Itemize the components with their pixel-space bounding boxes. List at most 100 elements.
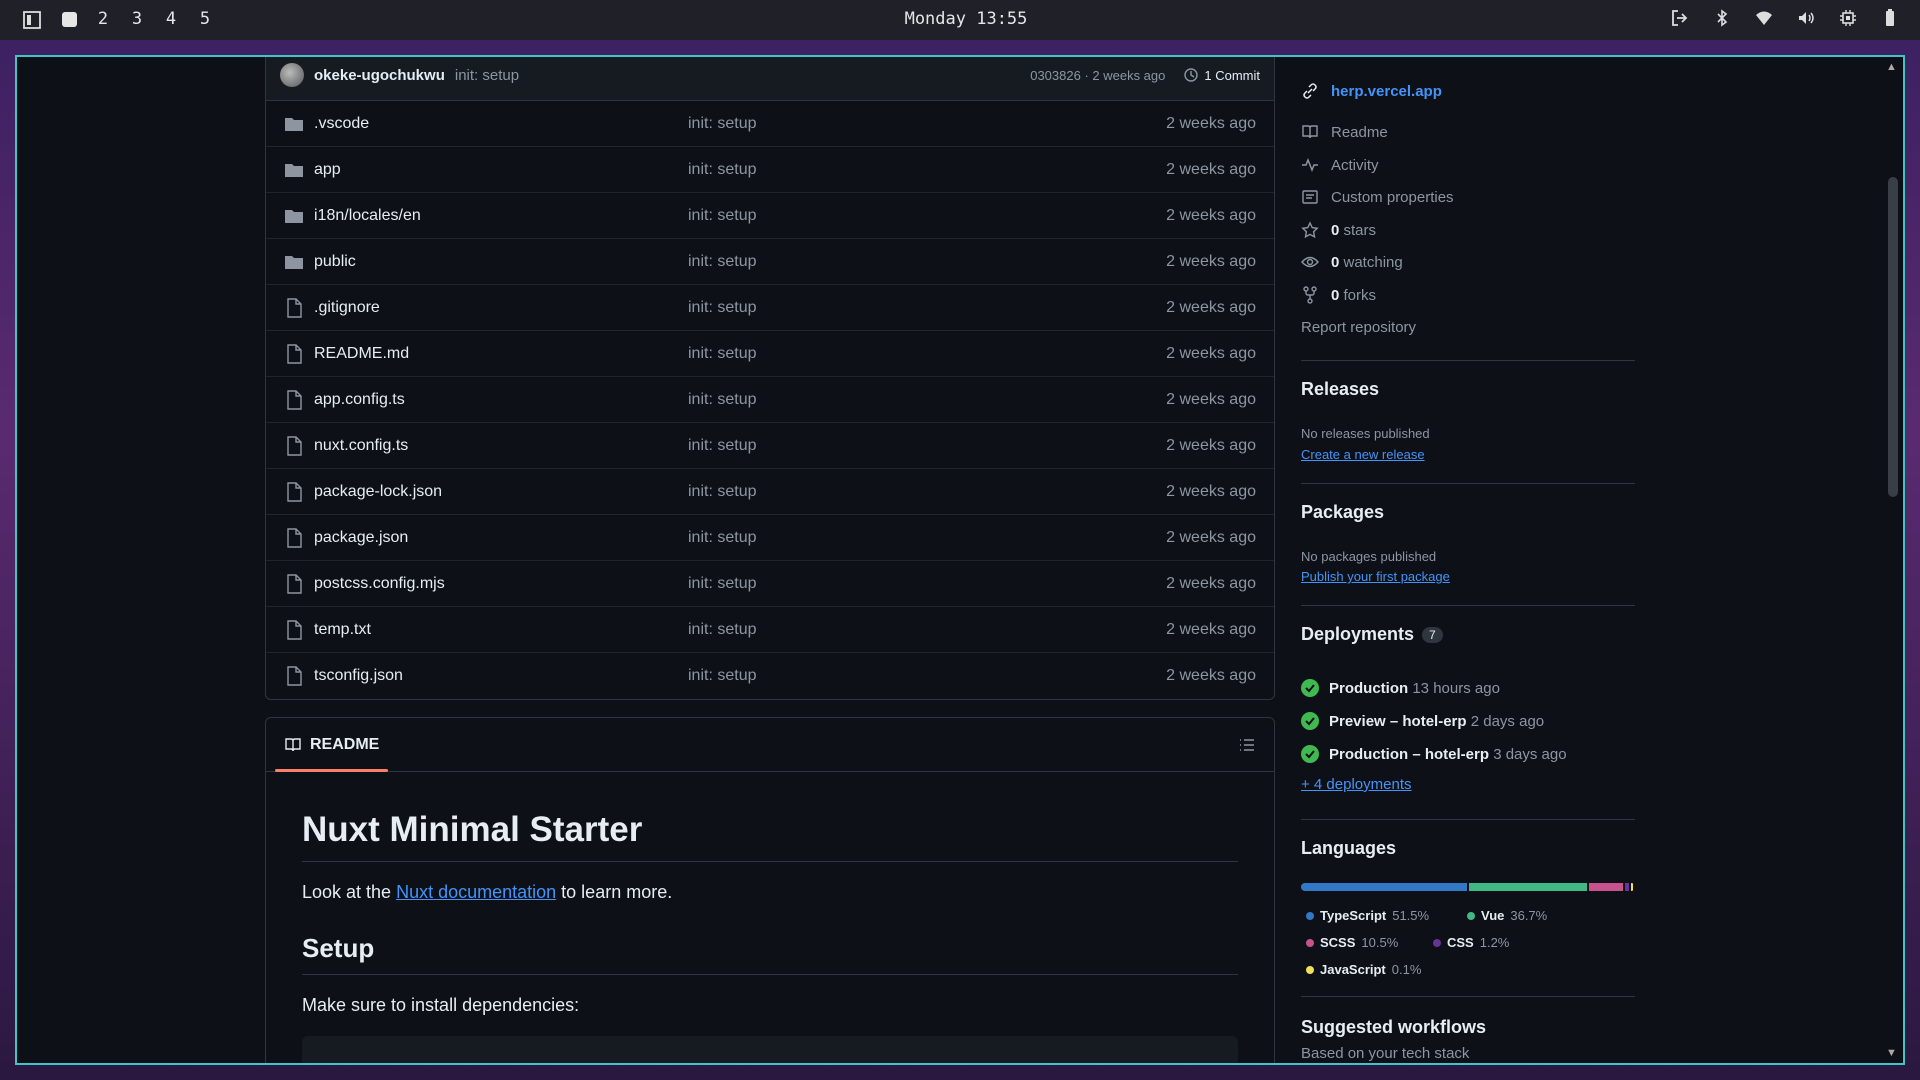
language-percent: 36.7% bbox=[1510, 908, 1548, 923]
homepage-link[interactable]: herp.vercel.app bbox=[1301, 82, 1442, 100]
language-percent: 10.5% bbox=[1361, 935, 1399, 950]
watching-label: watching bbox=[1339, 253, 1403, 271]
more-deployments-link[interactable]: + 4 deployments bbox=[1301, 776, 1412, 793]
file-row[interactable]: public init: setup 2 weeks ago bbox=[266, 239, 1274, 285]
file-row[interactable]: package-lock.json init: setup 2 weeks ago bbox=[266, 469, 1274, 515]
logout-icon[interactable] bbox=[1670, 8, 1690, 28]
suggested-workflows-sub: Based on your tech stack bbox=[1301, 1045, 1470, 1062]
file-commit-message[interactable]: init: setup bbox=[688, 253, 756, 271]
file-name[interactable]: postcss.config.mjs bbox=[314, 575, 688, 593]
clock: Monday 13:55 bbox=[904, 9, 1028, 29]
language-name: Vue bbox=[1481, 908, 1505, 923]
commit-hash-date[interactable]: 0303826 · 2 weeks ago bbox=[1030, 68, 1165, 83]
commit-message[interactable]: init: setup bbox=[455, 67, 519, 84]
readme-link[interactable]: Readme bbox=[1301, 123, 1388, 141]
deployment-item[interactable]: Preview – hotel-erp 2 days ago bbox=[1301, 712, 1544, 730]
file-icon bbox=[284, 619, 304, 640]
publish-package-link[interactable]: Publish your first package bbox=[1301, 569, 1450, 584]
file-row[interactable]: .gitignore init: setup 2 weeks ago bbox=[266, 285, 1274, 331]
file-row[interactable]: app init: setup 2 weeks ago bbox=[266, 147, 1274, 193]
file-icon bbox=[284, 297, 304, 318]
battery-icon[interactable] bbox=[1880, 8, 1900, 28]
scroll-up-arrow[interactable]: ▲ bbox=[1886, 61, 1897, 73]
file-name[interactable]: README.md bbox=[314, 345, 688, 363]
volume-icon[interactable] bbox=[1796, 8, 1816, 28]
file-row[interactable]: postcss.config.mjs init: setup 2 weeks ago bbox=[266, 561, 1274, 607]
file-icon bbox=[284, 343, 304, 364]
file-commit-message[interactable]: init: setup bbox=[688, 207, 756, 225]
file-commit-message[interactable]: init: setup bbox=[688, 667, 756, 685]
file-name[interactable]: package-lock.json bbox=[314, 483, 688, 501]
language-bar-segment bbox=[1625, 883, 1630, 891]
bluetooth-icon[interactable] bbox=[1712, 8, 1732, 28]
file-name[interactable]: package.json bbox=[314, 529, 688, 547]
file-name[interactable]: nuxt.config.ts bbox=[314, 437, 688, 455]
cpu-icon[interactable] bbox=[1838, 8, 1858, 28]
commit-count-link[interactable]: 1 Commit bbox=[1183, 67, 1260, 83]
language-item[interactable]: Vue 36.7% bbox=[1467, 908, 1547, 923]
suggested-workflows-heading: Suggested workflows bbox=[1301, 1017, 1487, 1037]
deployment-text: Preview – hotel-erp 2 days ago bbox=[1329, 713, 1544, 730]
page-scrollbar[interactable]: ▲ ▼ bbox=[1881, 57, 1903, 1063]
scrollbar-thumb[interactable] bbox=[1888, 177, 1898, 497]
file-commit-message[interactable]: init: setup bbox=[688, 437, 756, 455]
file-name[interactable]: tsconfig.json bbox=[314, 667, 688, 685]
file-commit-message[interactable]: init: setup bbox=[688, 483, 756, 501]
packages-heading[interactable]: Packages bbox=[1301, 502, 1384, 523]
file-name[interactable]: app bbox=[314, 161, 688, 179]
custom-properties-link[interactable]: Custom properties bbox=[1301, 188, 1454, 206]
language-bar-segment bbox=[1589, 883, 1624, 891]
deployments-heading[interactable]: Deployments 7 bbox=[1301, 624, 1443, 645]
file-commit-message[interactable]: init: setup bbox=[688, 391, 756, 409]
file-name[interactable]: public bbox=[314, 253, 688, 271]
file-row[interactable]: app.config.ts init: setup 2 weeks ago bbox=[266, 377, 1274, 423]
nuxt-docs-link[interactable]: Nuxt documentation bbox=[396, 882, 556, 902]
file-row[interactable]: i18n/locales/en init: setup 2 weeks ago bbox=[266, 193, 1274, 239]
activity-link[interactable]: Activity bbox=[1301, 156, 1379, 174]
file-commit-message[interactable]: init: setup bbox=[688, 575, 756, 593]
file-row[interactable]: .vscode init: setup 2 weeks ago bbox=[266, 101, 1274, 147]
file-icon bbox=[284, 389, 304, 410]
file-name[interactable]: .vscode bbox=[314, 115, 688, 133]
readme-intro: Look at the Nuxt documentation to learn … bbox=[302, 882, 1238, 903]
file-commit-message[interactable]: init: setup bbox=[688, 161, 756, 179]
file-name[interactable]: temp.txt bbox=[314, 621, 688, 639]
readme-tab[interactable]: README bbox=[284, 736, 379, 754]
folder-icon bbox=[284, 114, 304, 134]
file-row[interactable]: README.md init: setup 2 weeks ago bbox=[266, 331, 1274, 377]
language-item[interactable]: TypeScript 51.5% bbox=[1306, 908, 1429, 923]
note-icon bbox=[1302, 190, 1318, 204]
file-row[interactable]: tsconfig.json init: setup 2 weeks ago bbox=[266, 653, 1274, 699]
stars-link[interactable]: 0 stars bbox=[1301, 221, 1376, 239]
file-row[interactable]: temp.txt init: setup 2 weeks ago bbox=[266, 607, 1274, 653]
watching-link[interactable]: 0 watching bbox=[1301, 253, 1403, 271]
commit-author[interactable]: okeke-ugochukwu bbox=[314, 67, 445, 84]
deployment-item[interactable]: Production 13 hours ago bbox=[1301, 679, 1500, 697]
outline-list-icon[interactable] bbox=[1238, 736, 1256, 754]
file-name[interactable]: app.config.ts bbox=[314, 391, 688, 409]
file-row[interactable]: package.json init: setup 2 weeks ago bbox=[266, 515, 1274, 561]
language-item[interactable]: CSS 1.2% bbox=[1433, 935, 1509, 950]
file-name[interactable]: .gitignore bbox=[314, 299, 688, 317]
file-commit-message[interactable]: init: setup bbox=[688, 529, 756, 547]
file-commit-message[interactable]: init: setup bbox=[688, 115, 756, 133]
forks-link[interactable]: 0 forks bbox=[1301, 286, 1376, 304]
file-row[interactable]: nuxt.config.ts init: setup 2 weeks ago bbox=[266, 423, 1274, 469]
create-release-link[interactable]: Create a new release bbox=[1301, 447, 1425, 462]
file-commit-message[interactable]: init: setup bbox=[688, 621, 756, 639]
file-date: 2 weeks ago bbox=[1166, 344, 1256, 362]
file-name[interactable]: i18n/locales/en bbox=[314, 207, 688, 225]
file-commit-message[interactable]: init: setup bbox=[688, 345, 756, 363]
language-item[interactable]: SCSS 10.5% bbox=[1306, 935, 1398, 950]
avatar[interactable] bbox=[280, 63, 304, 87]
readme-link-label: Readme bbox=[1331, 123, 1388, 141]
scroll-down-arrow[interactable]: ▼ bbox=[1886, 1047, 1897, 1059]
wifi-icon[interactable] bbox=[1754, 8, 1774, 28]
releases-heading[interactable]: Releases bbox=[1301, 379, 1379, 400]
language-item[interactable]: JavaScript 0.1% bbox=[1306, 962, 1421, 977]
deployment-item[interactable]: Production – hotel-erp 3 days ago bbox=[1301, 745, 1567, 763]
divider bbox=[1301, 483, 1635, 484]
report-repository-link[interactable]: Report repository bbox=[1301, 319, 1416, 336]
file-commit-message[interactable]: init: setup bbox=[688, 299, 756, 317]
file-date: 2 weeks ago bbox=[1166, 620, 1256, 638]
